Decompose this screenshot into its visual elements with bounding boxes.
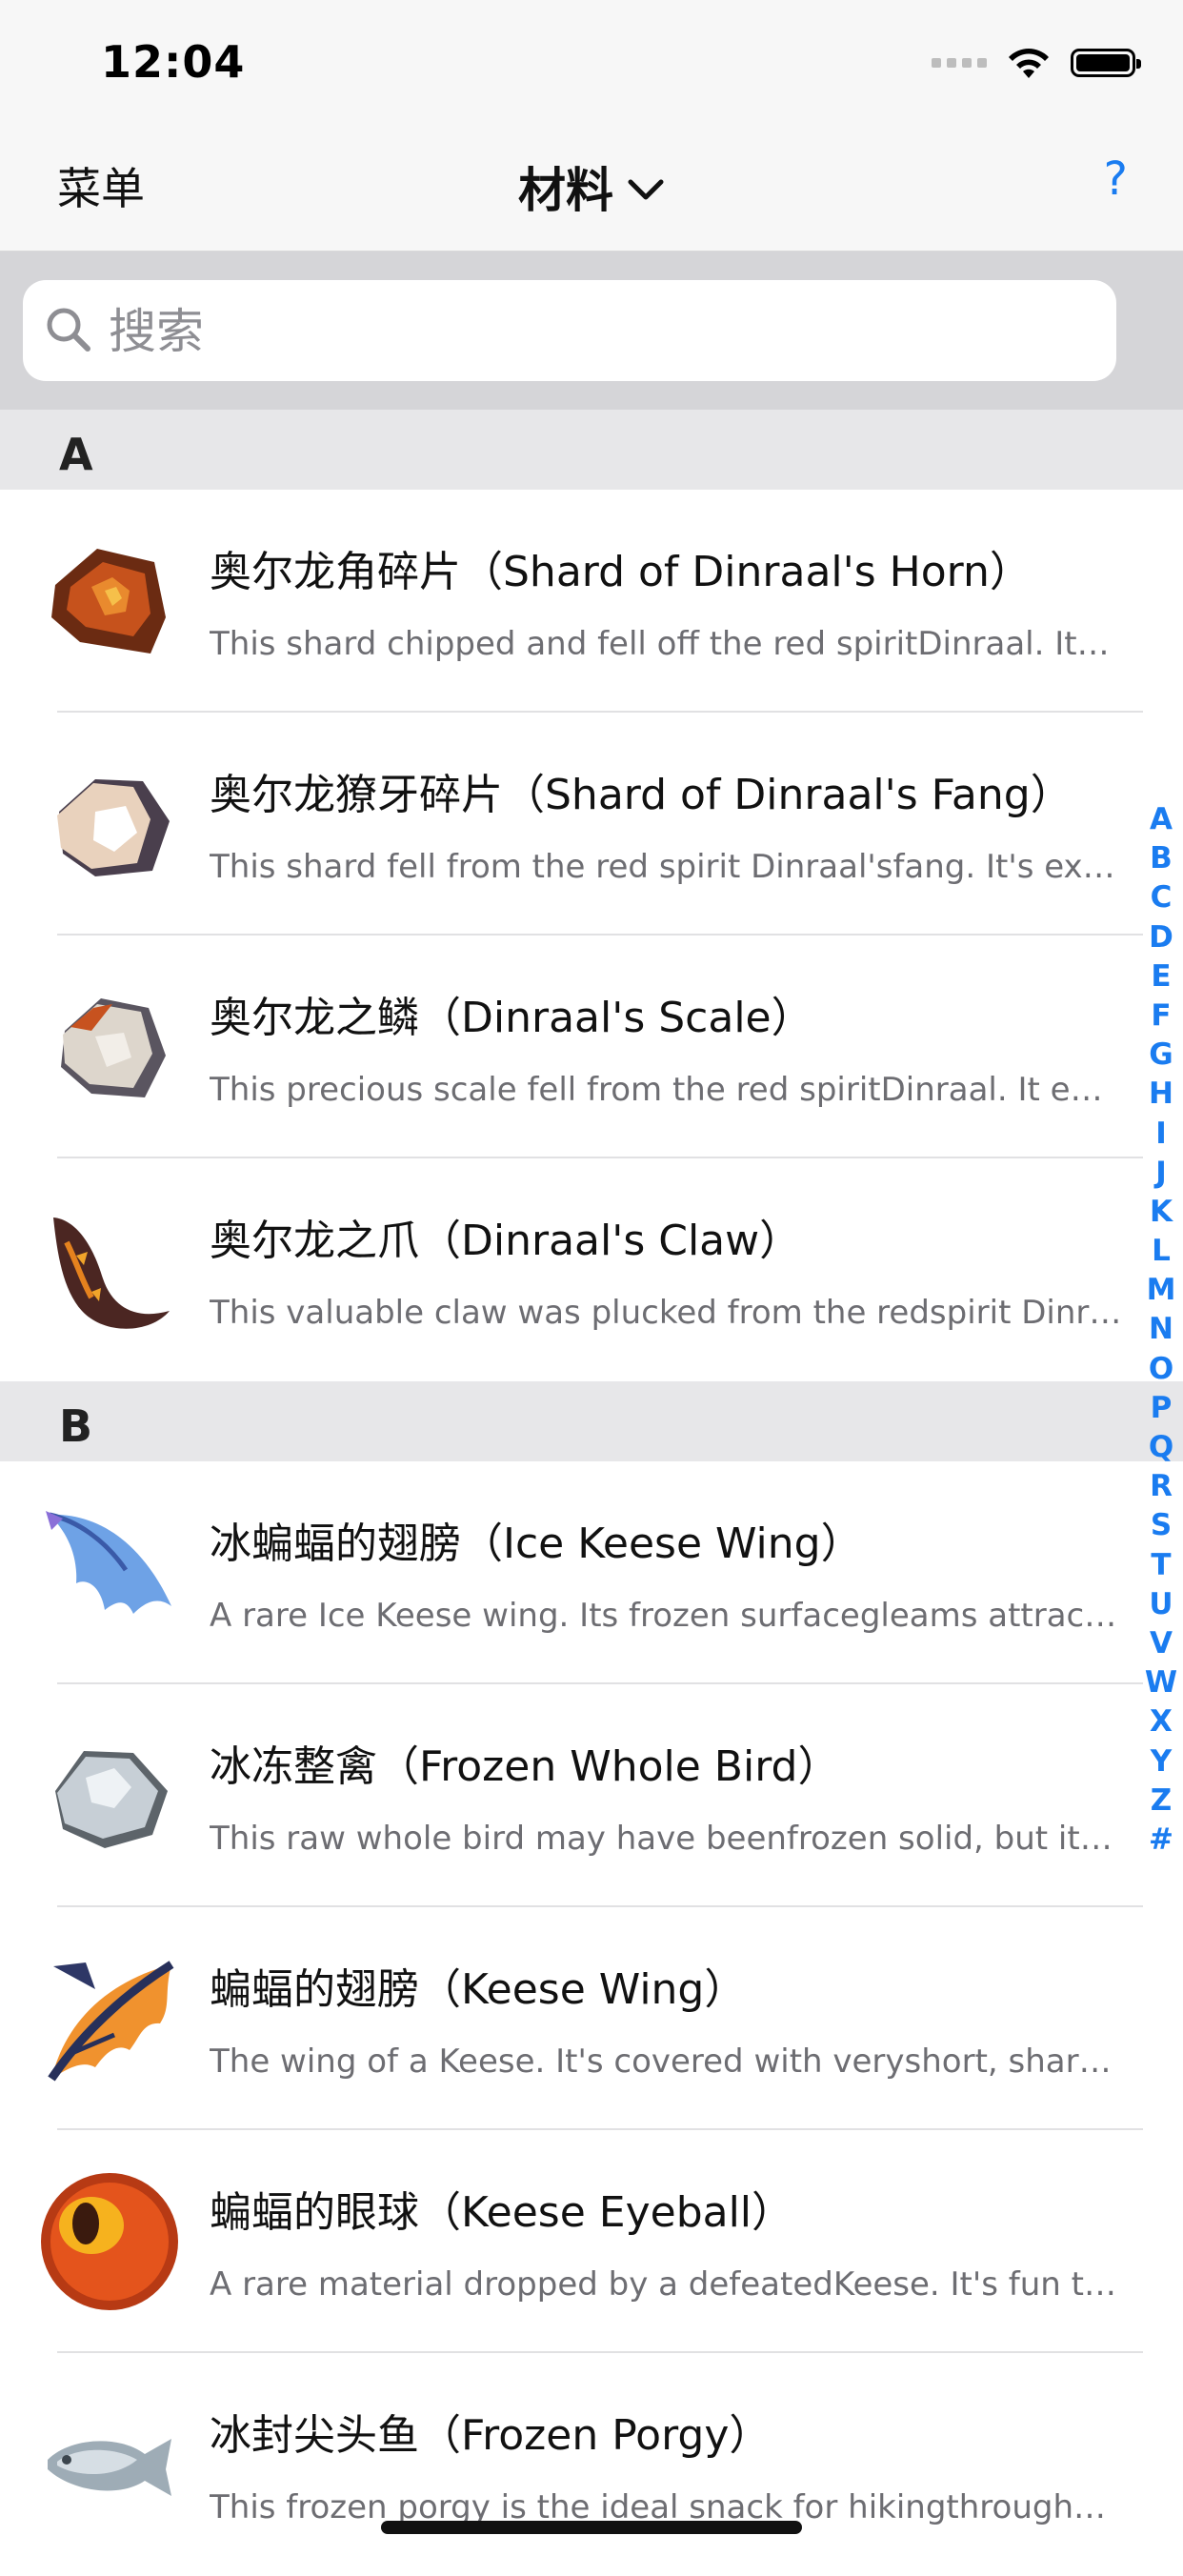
item-description: A rare material dropped by a defeatedKee… [210, 2265, 1116, 2304]
index-letter[interactable]: Z [1139, 1781, 1183, 1821]
index-letter[interactable]: B [1139, 839, 1183, 878]
search-icon [47, 308, 90, 352]
list-item[interactable]: 奥尔龙之爪（Dinraal's Claw） This valuable claw… [0, 1158, 1143, 1381]
item-title: 奥尔龙角碎片（Shard of Dinraal's Horn） [210, 548, 1032, 596]
search-input[interactable] [107, 280, 1063, 383]
list-item[interactable]: 冰冻整禽（Frozen Whole Bird） This raw whole b… [0, 1684, 1143, 1907]
keese-wing-icon [48, 1961, 174, 2082]
item-description: This shard fell from the red spirit Dinr… [210, 848, 1115, 886]
index-letter[interactable]: # [1139, 1821, 1183, 1860]
status-bar: 12:04 [0, 0, 1183, 95]
navigation-bar: 菜单 材料 ? [0, 95, 1183, 252]
item-description: This valuable claw was plucked from the … [210, 1294, 1122, 1332]
item-title: 奥尔龙獠牙碎片（Shard of Dinraal's Fang） [210, 771, 1073, 819]
index-letter[interactable]: E [1139, 957, 1183, 996]
index-letter[interactable]: P [1139, 1389, 1183, 1428]
index-letter[interactable]: S [1139, 1506, 1183, 1545]
list-item[interactable]: 蝙蝠的翅膀（Keese Wing） The wing of a Keese. I… [0, 1907, 1143, 2130]
list-item[interactable]: 冰蝙蝠的翅膀（Ice Keese Wing） A rare Ice Keese … [0, 1461, 1143, 1684]
home-indicator [381, 2521, 802, 2534]
item-title: 冰冻整禽（Frozen Whole Bird） [210, 1742, 840, 1791]
fang-shard-icon [57, 779, 170, 876]
section-header-a: A [0, 410, 1183, 490]
chevron-down-icon [628, 179, 664, 199]
list-item[interactable]: 奥尔龙之鳞（Dinraal's Scale） This precious sca… [0, 936, 1143, 1158]
search-field[interactable] [23, 280, 1116, 383]
category-picker[interactable]: 材料 [0, 152, 1183, 221]
index-letter[interactable]: W [1139, 1663, 1183, 1702]
help-button[interactable]: ? [1104, 152, 1128, 206]
claw-icon [53, 1218, 170, 1329]
item-description: This shard chipped and fell off the red … [210, 625, 1124, 663]
index-letter[interactable]: O [1139, 1350, 1183, 1389]
keese-eyeball-icon [41, 2173, 178, 2310]
item-title: 奥尔龙之鳞（Dinraal's Scale） [210, 994, 813, 1042]
index-letter[interactable]: M [1139, 1271, 1183, 1310]
ice-keese-wing-icon [46, 1511, 171, 1614]
section-header-b: B [0, 1381, 1183, 1461]
item-description: The wing of a Keese. It's covered with v… [210, 2043, 1112, 2081]
index-letter[interactable]: L [1139, 1232, 1183, 1271]
frozen-bird-icon [55, 1751, 168, 1848]
index-letter[interactable]: F [1139, 996, 1183, 1036]
frozen-porgy-icon [48, 2439, 171, 2496]
horn-shard-icon [51, 549, 166, 654]
item-title: 蝙蝠的翅膀（Keese Wing） [210, 1965, 747, 2014]
index-letter[interactable]: A [1139, 800, 1183, 839]
index-letter[interactable]: I [1139, 1115, 1183, 1154]
status-time: 12:04 [101, 36, 246, 88]
item-description: This raw whole bird may have beenfrozen … [210, 1820, 1124, 1858]
index-letter[interactable]: C [1139, 878, 1183, 917]
index-letter[interactable]: N [1139, 1310, 1183, 1349]
index-letter[interactable]: X [1139, 1702, 1183, 1741]
section-index-bar[interactable]: A B C D E F G H I J K L M N O P Q R S T U V W X Y Z # [1139, 800, 1183, 1860]
item-title: 蝙蝠的眼球（Keese Eyeball） [210, 2188, 794, 2237]
index-letter[interactable]: K [1139, 1193, 1183, 1232]
item-description: A rare Ice Keese wing. Its frozen surfac… [210, 1597, 1117, 1635]
index-letter[interactable]: Y [1139, 1742, 1183, 1781]
index-letter[interactable]: V [1139, 1624, 1183, 1663]
search-bar-container [0, 252, 1183, 410]
item-title: 奥尔龙之爪（Dinraal's Claw） [210, 1217, 802, 1265]
cellular-signal-icon [932, 58, 987, 68]
battery-icon [1071, 49, 1141, 77]
index-letter[interactable]: G [1139, 1036, 1183, 1075]
list-item[interactable]: 蝙蝠的眼球（Keese Eyeball） A rare material dro… [0, 2130, 1143, 2353]
list-item[interactable]: 奥尔龙角碎片（Shard of Dinraal's Horn） This sha… [0, 490, 1143, 713]
index-letter[interactable]: H [1139, 1075, 1183, 1114]
index-letter[interactable]: U [1139, 1585, 1183, 1624]
section-letter: A [59, 429, 93, 480]
item-title: 冰蝙蝠的翅膀（Ice Keese Wing） [210, 1519, 863, 1568]
index-letter[interactable]: D [1139, 918, 1183, 957]
scale-icon [61, 998, 166, 1097]
index-letter[interactable]: R [1139, 1467, 1183, 1506]
wifi-icon [1009, 49, 1049, 78]
index-letter[interactable]: J [1139, 1154, 1183, 1193]
list-item[interactable]: 奥尔龙獠牙碎片（Shard of Dinraal's Fang） This sh… [0, 713, 1143, 936]
item-title: 冰封尖头鱼（Frozen Porgy） [210, 2411, 772, 2460]
item-description: This precious scale fell from the red sp… [210, 1071, 1103, 1109]
index-letter[interactable]: Q [1139, 1428, 1183, 1467]
page-title: 材料 [518, 163, 613, 218]
status-icons [932, 42, 1141, 84]
index-letter[interactable]: T [1139, 1546, 1183, 1585]
list-item[interactable]: 冰封尖头鱼（Frozen Porgy） This frozen porgy is… [0, 2353, 1143, 2576]
section-letter: B [59, 1400, 93, 1452]
